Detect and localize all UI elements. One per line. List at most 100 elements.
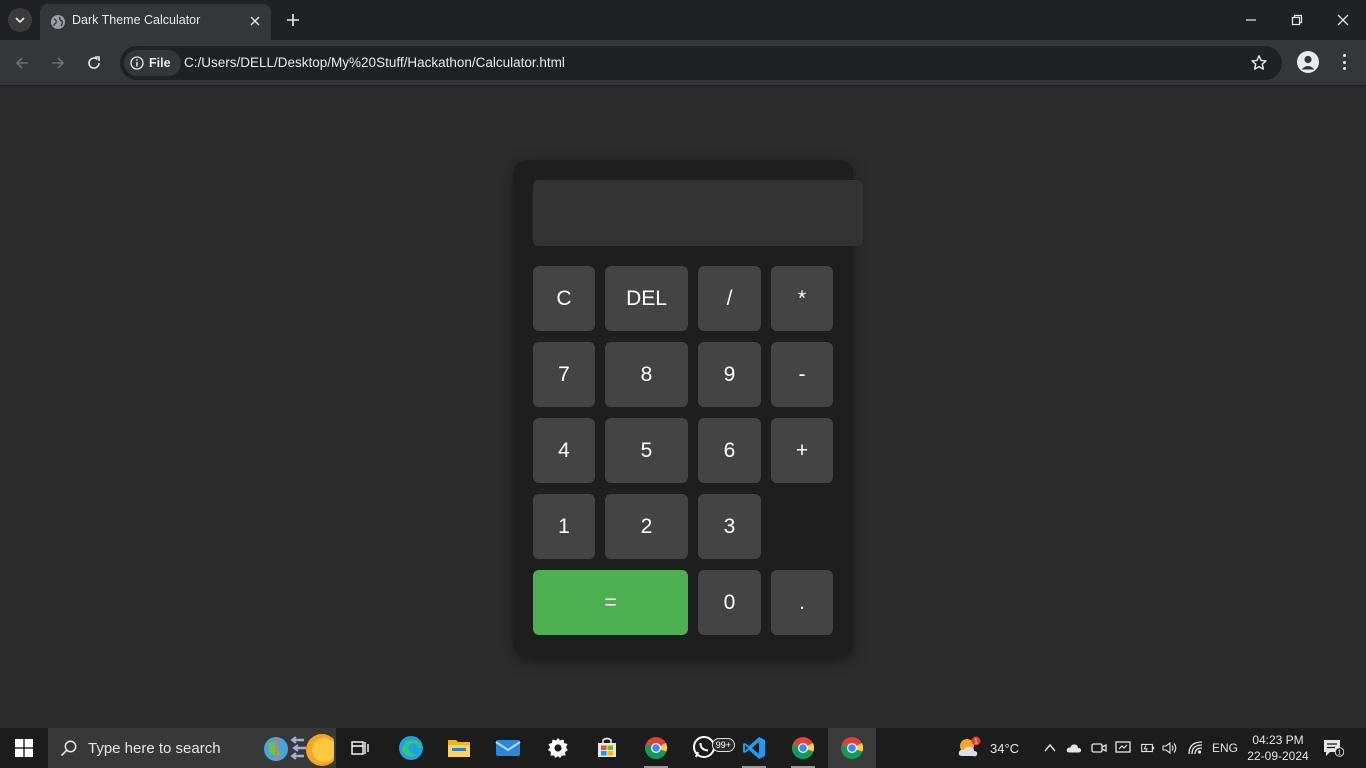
key-8[interactable]: 8	[605, 342, 688, 407]
mail-taskbar-button[interactable]	[484, 728, 532, 768]
windows-logo-icon	[15, 739, 33, 757]
key-equals[interactable]: =	[533, 570, 688, 635]
whatsapp-taskbar-button[interactable]: 99+	[681, 728, 735, 768]
arrow-left-icon	[15, 57, 28, 69]
store-icon	[598, 737, 616, 757]
bookmark-star-icon[interactable]	[1250, 54, 1268, 72]
url-text[interactable]: C:/Users/DELL/Desktop/My%20Stuff/Hackath…	[184, 55, 565, 70]
vscode-taskbar-button[interactable]	[730, 728, 778, 768]
mail-icon	[495, 740, 521, 756]
cloud-icon	[1066, 744, 1082, 753]
calculator: C DEL / * 7 8 9 - 4 5 6 + 1 2 3 = 0 .	[514, 160, 863, 656]
site-info-chip[interactable]: File	[124, 50, 181, 76]
chrome-taskbar-button-2[interactable]	[779, 728, 827, 768]
network-tray-icon[interactable]	[1188, 740, 1204, 756]
key-5[interactable]: 5	[605, 418, 688, 483]
active-tab[interactable]: Dark Theme Calculator	[40, 4, 271, 40]
key-plus[interactable]: +	[771, 418, 833, 483]
settings-taskbar-button[interactable]	[534, 728, 582, 768]
task-view-icon	[351, 741, 369, 755]
input-language[interactable]: ENG	[1212, 741, 1238, 755]
display-icon	[1115, 741, 1131, 753]
close-icon	[250, 16, 260, 26]
weather-widget[interactable]: 1 34°C	[956, 728, 1019, 768]
store-taskbar-button[interactable]	[583, 728, 631, 768]
notification-count: 1	[1338, 750, 1342, 757]
speaker-icon	[1162, 741, 1177, 755]
browser-menu-button[interactable]	[1334, 52, 1354, 72]
forward-button[interactable]	[45, 50, 71, 76]
info-icon	[130, 56, 144, 70]
profile-avatar-button[interactable]	[1297, 51, 1319, 73]
file-chip-label: File	[149, 56, 171, 70]
clock-time: 04:23 PM	[1252, 733, 1304, 747]
minimize-button[interactable]	[1228, 4, 1274, 36]
battery-charging-icon	[1141, 743, 1155, 753]
file-explorer-taskbar-button[interactable]	[435, 728, 483, 768]
arrow-right-icon	[52, 57, 65, 69]
key-3[interactable]: 3	[698, 494, 761, 559]
battery-tray-icon[interactable]	[1139, 740, 1155, 756]
plus-icon	[287, 14, 299, 26]
show-hidden-icons-button[interactable]	[1042, 740, 1058, 756]
onedrive-tray-icon[interactable]	[1066, 740, 1082, 756]
reload-button[interactable]	[81, 50, 107, 76]
weather-cloud-sun-icon: 1	[958, 736, 981, 757]
task-view-button[interactable]	[336, 728, 384, 768]
key-divide[interactable]: /	[698, 266, 761, 331]
tab-search-button[interactable]	[8, 8, 32, 32]
key-6[interactable]: 6	[698, 418, 761, 483]
chevron-down-icon	[15, 17, 25, 24]
key-clear[interactable]: C	[533, 266, 595, 331]
device-tray-icon[interactable]	[1115, 740, 1131, 756]
key-0[interactable]: 0	[698, 570, 761, 635]
vscode-icon	[743, 737, 765, 759]
browser-toolbar: File C:/Users/DELL/Desktop/My%20Stuff/Ha…	[0, 40, 1366, 86]
key-1[interactable]: 1	[533, 494, 595, 559]
search-icon	[60, 740, 77, 757]
chrome-taskbar-button-1[interactable]	[632, 728, 680, 768]
clock-date: 22-09-2024	[1247, 749, 1309, 763]
reload-icon	[88, 56, 100, 69]
close-window-button[interactable]	[1320, 4, 1366, 36]
edge-icon	[399, 736, 423, 760]
tab-title: Dark Theme Calculator	[72, 13, 201, 27]
volume-tray-icon[interactable]	[1162, 740, 1178, 756]
weather-alert-count: 1	[974, 739, 978, 746]
notification-icon: 1	[1324, 740, 1345, 757]
chrome-icon	[792, 737, 815, 759]
key-2[interactable]: 2	[605, 494, 688, 559]
notifications-button[interactable]: 1	[1322, 738, 1348, 760]
new-tab-button[interactable]	[283, 10, 303, 30]
folder-icon	[448, 740, 470, 757]
meet-now-tray-icon[interactable]	[1091, 740, 1107, 756]
key-7[interactable]: 7	[533, 342, 595, 407]
key-4[interactable]: 4	[533, 418, 595, 483]
close-tab-button[interactable]	[247, 13, 263, 29]
search-highlight-art-icon[interactable]	[262, 730, 334, 766]
restore-button[interactable]	[1274, 4, 1320, 36]
chrome-taskbar-button-3[interactable]	[828, 728, 876, 768]
calculator-display	[533, 180, 863, 246]
chevron-up-icon	[1044, 743, 1056, 752]
close-icon	[1337, 14, 1349, 26]
gear-icon	[548, 738, 568, 758]
taskbar-clock[interactable]: 04:23 PM 22-09-2024	[1246, 732, 1310, 764]
taskbar: Type here to search 99+ 1 34°C ENG 04:23…	[0, 728, 1366, 768]
key-decimal[interactable]: .	[771, 570, 833, 635]
start-button[interactable]	[0, 728, 48, 768]
edge-taskbar-button[interactable]	[387, 728, 435, 768]
key-delete[interactable]: DEL	[605, 266, 688, 331]
page-content: C DEL / * 7 8 9 - 4 5 6 + 1 2 3 = 0 .	[0, 87, 1366, 728]
address-bar[interactable]: File C:/Users/DELL/Desktop/My%20Stuff/Ha…	[120, 46, 1282, 80]
back-button[interactable]	[9, 50, 35, 76]
chrome-icon	[645, 737, 668, 759]
minimize-icon	[1246, 19, 1256, 21]
wifi-icon	[1188, 741, 1203, 755]
chrome-icon	[841, 737, 864, 759]
tab-strip: Dark Theme Calculator	[0, 0, 1366, 40]
video-camera-icon	[1091, 743, 1107, 753]
key-9[interactable]: 9	[698, 342, 761, 407]
key-minus[interactable]: -	[771, 342, 833, 407]
key-multiply[interactable]: *	[771, 266, 833, 331]
